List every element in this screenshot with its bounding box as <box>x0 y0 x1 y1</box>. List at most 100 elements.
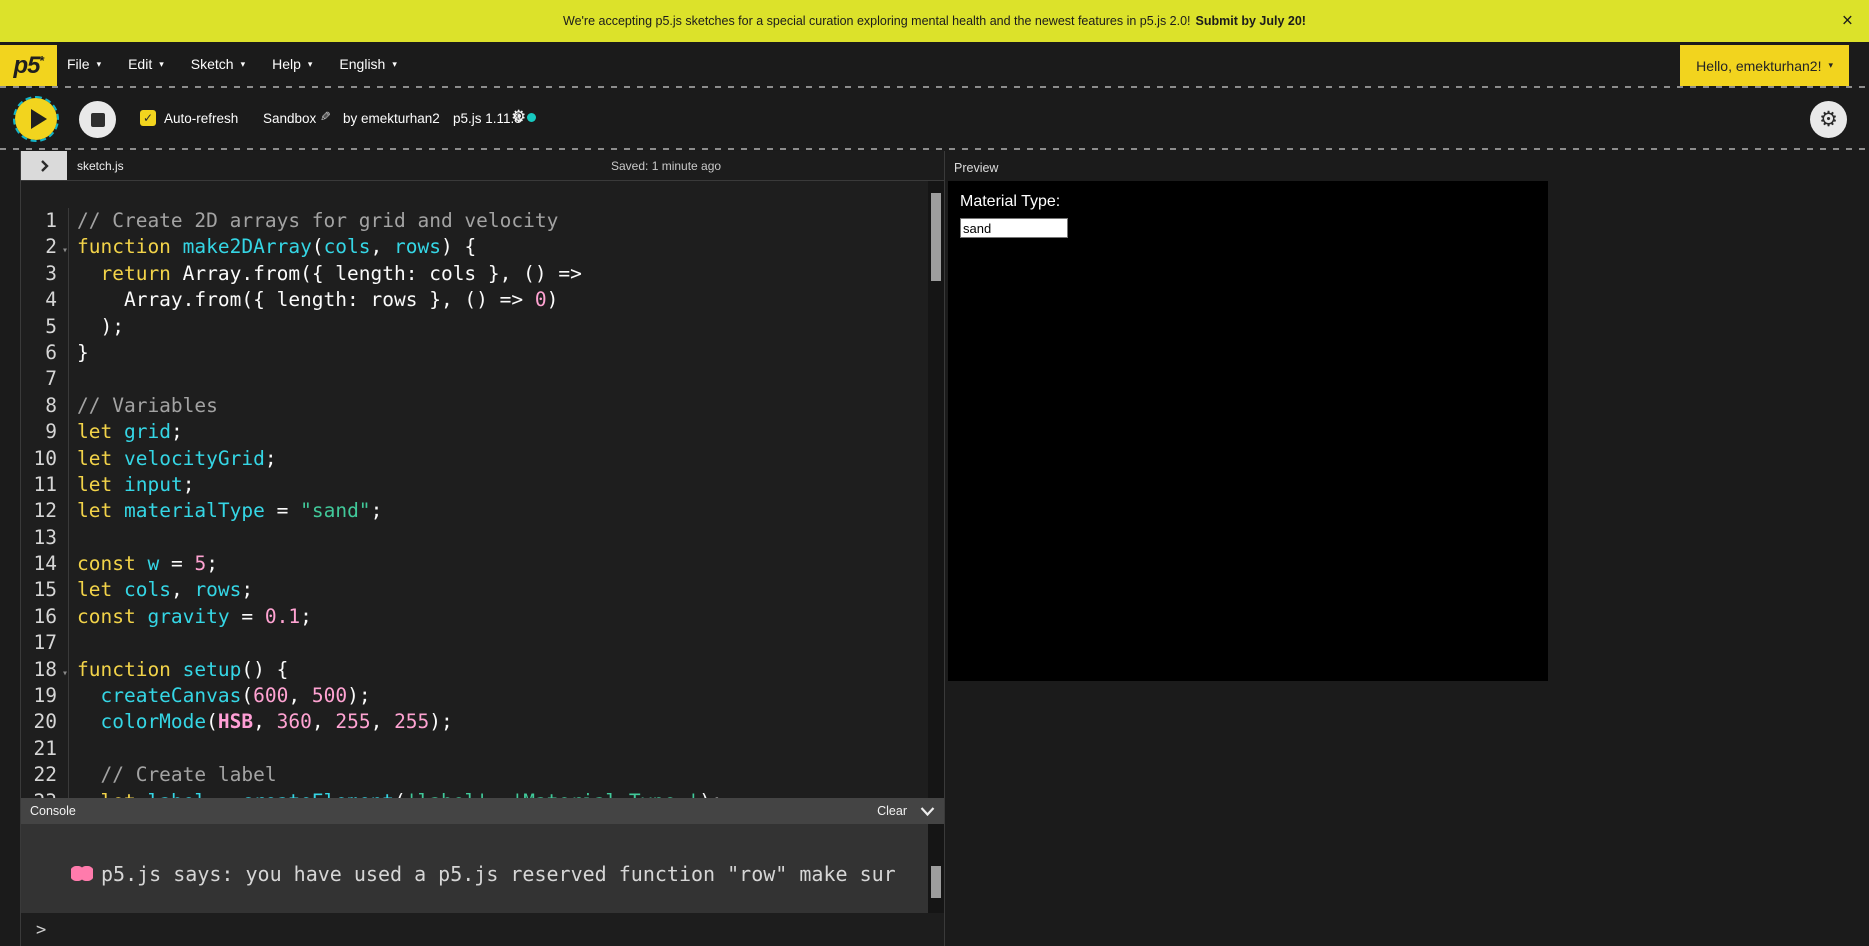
line-number: 21 <box>21 736 68 762</box>
editor-scrollbar-thumb[interactable] <box>931 193 941 281</box>
check-icon: ✓ <box>143 111 153 125</box>
code-line[interactable]: let grid; <box>77 419 928 445</box>
line-number: 22 <box>21 762 68 788</box>
code-line[interactable]: colorMode(HSB, 360, 255, 255); <box>77 709 928 735</box>
code-line[interactable] <box>77 525 928 551</box>
line-number: 18▾ <box>21 657 68 683</box>
editor-scrollbar[interactable] <box>928 181 944 798</box>
code-line[interactable]: function setup() { <box>77 657 928 683</box>
console-input-row[interactable]: > <box>21 913 944 946</box>
prompt-chevron-icon: > <box>36 920 46 940</box>
play-icon <box>31 109 47 129</box>
line-number: 23 <box>21 789 68 798</box>
preview-title: Preview <box>954 161 998 175</box>
logo-asterisk: * <box>39 53 43 68</box>
chevron-right-icon <box>40 159 49 173</box>
line-number: 14 <box>21 551 68 577</box>
code-line[interactable] <box>77 366 928 392</box>
code-line[interactable]: return Array.from({ length: cols }, () =… <box>77 261 928 287</box>
line-number: 17 <box>21 630 68 656</box>
code-line[interactable]: function make2DArray(cols, rows) { <box>77 234 928 260</box>
menu-sketch[interactable]: Sketch▾ <box>191 56 245 72</box>
material-type-label: Material Type: <box>960 193 1060 211</box>
line-number: 10 <box>21 446 68 472</box>
header-bar: p5* File▾ Edit▾ Sketch▾ Help▾ English▾ H… <box>0 42 1869 88</box>
p5-logo[interactable]: p5* <box>0 45 57 86</box>
menu-language[interactable]: English▾ <box>339 56 396 72</box>
p5-flower-icon <box>71 866 93 881</box>
chevron-down-icon: ▾ <box>1828 60 1833 71</box>
code-line[interactable]: // Create 2D arrays for grid and velocit… <box>77 208 928 234</box>
code-line[interactable]: let cols, rows; <box>77 577 928 603</box>
console-scrollbar[interactable] <box>928 824 944 913</box>
play-button[interactable] <box>15 98 57 140</box>
menu-help[interactable]: Help▾ <box>272 56 312 72</box>
project-name[interactable]: Sandbox <box>263 111 316 126</box>
version-settings-gear-icon[interactable]: ⚙ <box>511 107 526 127</box>
line-number: 20 <box>21 709 68 735</box>
console-collapse-icon[interactable] <box>920 806 935 817</box>
material-type-input[interactable] <box>960 218 1068 238</box>
line-number: 19 <box>21 683 68 709</box>
code-line[interactable]: let materialType = "sand"; <box>77 498 928 524</box>
line-number: 4 <box>21 287 68 313</box>
settings-button[interactable]: ⚙ <box>1810 101 1847 138</box>
line-number: 15 <box>21 577 68 603</box>
code-line[interactable]: const w = 5; <box>77 551 928 577</box>
code-line[interactable]: } <box>77 340 928 366</box>
close-icon[interactable]: × <box>1842 12 1853 31</box>
sketch-canvas[interactable]: Material Type: <box>948 181 1548 681</box>
line-number: 7 <box>21 366 68 392</box>
code-line[interactable]: // Create label <box>77 762 928 788</box>
code-editor[interactable]: 12▾3456789101112131415161718▾1920212223 … <box>21 181 944 798</box>
chevron-down-icon: ▾ <box>392 59 397 70</box>
announcement-banner: We're accepting p5.js sketches for a spe… <box>0 0 1869 42</box>
line-number: 16 <box>21 604 68 630</box>
gutter: 12▾3456789101112131415161718▾1920212223 <box>21 208 68 798</box>
toolbar-divider <box>0 148 1869 150</box>
line-number: 3 <box>21 261 68 287</box>
chevron-down-icon: ▾ <box>241 59 246 70</box>
account-menu-button[interactable]: Hello, emekturhan2! ▾ <box>1680 45 1849 86</box>
console-messages: p5.js says: you have used a p5.js reserv… <box>71 824 944 913</box>
code-line[interactable]: let input; <box>77 472 928 498</box>
toolbar: ✓ Auto-refresh Sandbox ✎ by emekturhan2 … <box>0 88 1869 148</box>
menu-edit[interactable]: Edit▾ <box>128 56 164 72</box>
code-lines: // Create 2D arrays for grid and velocit… <box>68 208 928 798</box>
line-number: 11 <box>21 472 68 498</box>
code-line[interactable]: ); <box>77 314 928 340</box>
sidebar-expand-button[interactable] <box>21 151 67 180</box>
code-line[interactable]: let label = createElement('label', 'Mate… <box>77 789 928 798</box>
code-line[interactable] <box>77 630 928 656</box>
code-line[interactable]: const gravity = 0.1; <box>77 604 928 630</box>
console-clear-button[interactable]: Clear <box>877 804 907 818</box>
console-output[interactable]: p5.js says: you have used a p5.js reserv… <box>21 824 944 913</box>
line-number: 5 <box>21 314 68 340</box>
line-number: 1 <box>21 208 68 234</box>
chevron-down-icon: ▾ <box>159 59 164 70</box>
menu-file[interactable]: File▾ <box>67 56 101 72</box>
edit-name-icon[interactable]: ✎ <box>320 109 331 125</box>
code-line[interactable]: // Variables <box>77 393 928 419</box>
code-line[interactable]: let velocityGrid; <box>77 446 928 472</box>
code-line[interactable]: Array.from({ length: rows }, () => 0) <box>77 287 928 313</box>
code-line[interactable]: createCanvas(600, 500); <box>77 683 928 709</box>
autorefresh-checkbox[interactable]: ✓ <box>140 110 156 126</box>
console-header: Console Clear <box>21 798 944 824</box>
chevron-down-icon: ▾ <box>97 59 102 70</box>
banner-message-bold: Submit by July 20! <box>1196 14 1306 28</box>
line-number: 6 <box>21 340 68 366</box>
file-tab-bar: sketch.js Saved: 1 minute ago <box>21 151 944 181</box>
stop-icon <box>91 113 105 127</box>
stop-button[interactable] <box>79 101 116 138</box>
chevron-down-icon: ▾ <box>308 59 313 70</box>
tab-sketch-js[interactable]: sketch.js <box>77 159 124 173</box>
saved-status: Saved: 1 minute ago <box>611 159 721 173</box>
menu-bar: File▾ Edit▾ Sketch▾ Help▾ English▾ <box>67 42 397 86</box>
code-line[interactable] <box>77 736 928 762</box>
line-number: 8 <box>21 393 68 419</box>
editor-panel: sketch.js Saved: 1 minute ago 12▾3456789… <box>20 151 945 946</box>
gear-icon: ⚙ <box>1819 109 1838 130</box>
console-scrollbar-thumb[interactable] <box>931 866 941 898</box>
line-number: 13 <box>21 525 68 551</box>
